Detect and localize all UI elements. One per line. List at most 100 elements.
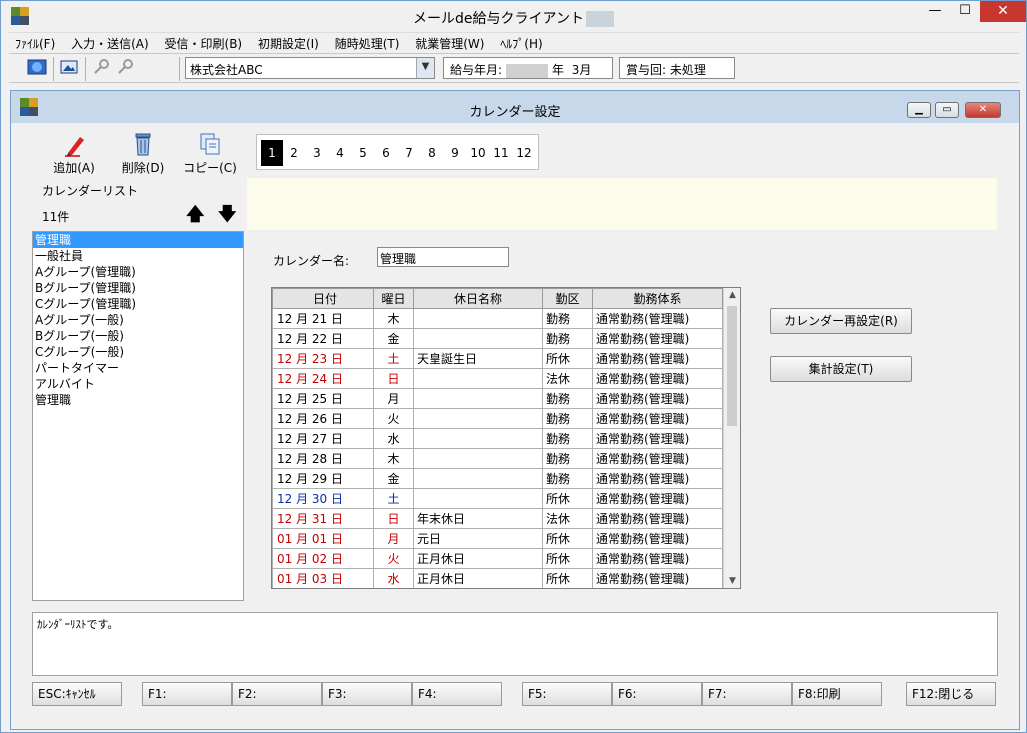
- dow-cell[interactable]: 土: [373, 348, 414, 369]
- tab-month-11[interactable]: 11: [490, 140, 512, 166]
- tab-month-3[interactable]: 3: [306, 140, 328, 166]
- list-item[interactable]: アルバイト: [33, 376, 243, 392]
- tab-month-5[interactable]: 5: [352, 140, 374, 166]
- menu-file[interactable]: ﾌｧｲﾙ(F): [9, 33, 61, 54]
- tab-month-1[interactable]: 1: [261, 140, 283, 166]
- dow-cell[interactable]: 月: [373, 388, 414, 409]
- tab-month-4[interactable]: 4: [329, 140, 351, 166]
- holiday-cell[interactable]: [413, 448, 543, 469]
- arrow-down-icon[interactable]: 🡇: [218, 202, 237, 232]
- holiday-cell[interactable]: [413, 488, 543, 509]
- work-system-cell[interactable]: 通常勤務(管理職): [592, 488, 723, 509]
- date-cell[interactable]: 12 月 30 日: [272, 488, 374, 509]
- key-icon-2[interactable]: [115, 58, 137, 78]
- date-cell[interactable]: 12 月 29 日: [272, 468, 374, 489]
- holiday-cell[interactable]: [413, 428, 543, 449]
- menu-help[interactable]: ﾍﾙﾌﾟ(H): [494, 33, 548, 54]
- dow-cell[interactable]: 火: [373, 408, 414, 429]
- kinku-cell[interactable]: 所休: [542, 548, 593, 569]
- list-item[interactable]: Cグループ(管理職): [33, 296, 243, 312]
- tab-month-8[interactable]: 8: [421, 140, 443, 166]
- table-row[interactable]: 12 月 26 日火 勤務 通常勤務(管理職): [272, 408, 723, 429]
- kinku-cell[interactable]: 勤務: [542, 408, 593, 429]
- date-cell[interactable]: 01 月 01 日: [272, 528, 374, 549]
- table-row[interactable]: 12 月 23 日土天皇誕生日 所休 通常勤務(管理職): [272, 348, 723, 369]
- chevron-down-icon[interactable]: ▼: [416, 58, 434, 78]
- tab-month-12[interactable]: 12: [513, 140, 535, 166]
- date-cell[interactable]: 12 月 22 日: [272, 328, 374, 349]
- table-row[interactable]: 12 月 22 日金 勤務 通常勤務(管理職): [272, 328, 723, 349]
- arrow-up-icon[interactable]: 🡅: [186, 202, 205, 232]
- tab-month-7[interactable]: 7: [398, 140, 420, 166]
- dow-cell[interactable]: 日: [373, 368, 414, 389]
- table-row[interactable]: 12 月 27 日水 勤務 通常勤務(管理職): [272, 428, 723, 449]
- kinku-cell[interactable]: 勤務: [542, 448, 593, 469]
- kinku-cell[interactable]: 法休: [542, 508, 593, 529]
- f3-button[interactable]: F3:: [322, 682, 412, 706]
- table-row[interactable]: 12 月 31 日日年末休日 法休 通常勤務(管理職): [272, 508, 723, 529]
- f7-button[interactable]: F7:: [702, 682, 792, 706]
- f4-button[interactable]: F4:: [412, 682, 502, 706]
- f12-close-button[interactable]: F12:閉じる: [906, 682, 996, 706]
- dow-cell[interactable]: 金: [373, 468, 414, 489]
- table-row[interactable]: 12 月 25 日月 勤務 通常勤務(管理職): [272, 388, 723, 409]
- f1-button[interactable]: F1:: [142, 682, 232, 706]
- work-system-cell[interactable]: 通常勤務(管理職): [592, 388, 723, 409]
- kinku-cell[interactable]: 所休: [542, 348, 593, 369]
- calendar-listbox[interactable]: 管理職 一般社員 Aグループ(管理職) Bグループ(管理職) Cグループ(管理職…: [32, 231, 244, 601]
- list-item[interactable]: 管理職: [33, 232, 243, 248]
- holiday-cell[interactable]: [413, 328, 543, 349]
- date-cell[interactable]: 12 月 27 日: [272, 428, 374, 449]
- f5-button[interactable]: F5:: [522, 682, 612, 706]
- scroll-down-icon[interactable]: ▼: [724, 576, 740, 586]
- holiday-cell[interactable]: 年末休日: [413, 508, 543, 529]
- holiday-cell[interactable]: [413, 408, 543, 429]
- minimize-button[interactable]: —: [920, 1, 950, 22]
- date-cell[interactable]: 12 月 24 日: [272, 368, 374, 389]
- f2-button[interactable]: F2:: [232, 682, 322, 706]
- work-system-cell[interactable]: 通常勤務(管理職): [592, 468, 723, 489]
- list-item[interactable]: Aグループ(一般): [33, 312, 243, 328]
- holiday-cell[interactable]: [413, 368, 543, 389]
- holiday-cell[interactable]: 元日: [413, 528, 543, 549]
- work-system-cell[interactable]: 通常勤務(管理職): [592, 328, 723, 349]
- dialog-minimize-button[interactable]: ▁: [907, 102, 931, 118]
- work-system-cell[interactable]: 通常勤務(管理職): [592, 308, 723, 329]
- tab-month-9[interactable]: 9: [444, 140, 466, 166]
- date-cell[interactable]: 01 月 02 日: [272, 548, 374, 569]
- holiday-cell[interactable]: [413, 468, 543, 489]
- work-system-cell[interactable]: 通常勤務(管理職): [592, 568, 723, 588]
- date-cell[interactable]: 12 月 21 日: [272, 308, 374, 329]
- list-item[interactable]: 一般社員: [33, 248, 243, 264]
- calendar-reset-button[interactable]: カレンダー再設定(R): [770, 308, 912, 334]
- delete-button[interactable]: 削除(D): [108, 131, 178, 176]
- menu-attendance[interactable]: 就業管理(W): [409, 33, 490, 54]
- dialog-maximize-button[interactable]: ▭: [935, 102, 959, 118]
- menu-adhoc[interactable]: 随時処理(T): [329, 33, 406, 54]
- dow-cell[interactable]: 水: [373, 568, 414, 588]
- key-icon[interactable]: [91, 58, 113, 78]
- kinku-cell[interactable]: 勤務: [542, 328, 593, 349]
- menu-receive-print[interactable]: 受信・印刷(B): [159, 33, 249, 54]
- tab-month-2[interactable]: 2: [283, 140, 305, 166]
- table-row[interactable]: 01 月 01 日月元日 所休 通常勤務(管理職): [272, 528, 723, 549]
- date-cell[interactable]: 12 月 25 日: [272, 388, 374, 409]
- company-select[interactable]: 株式会社ABC ▼: [185, 57, 435, 79]
- work-system-cell[interactable]: 通常勤務(管理職): [592, 548, 723, 569]
- holiday-cell[interactable]: 正月休日: [413, 548, 543, 569]
- menu-initial-settings[interactable]: 初期設定(I): [252, 33, 325, 54]
- dow-cell[interactable]: 火: [373, 548, 414, 569]
- list-item[interactable]: Bグループ(一般): [33, 328, 243, 344]
- date-cell[interactable]: 01 月 03 日: [272, 568, 374, 588]
- kinku-cell[interactable]: 所休: [542, 528, 593, 549]
- list-item[interactable]: パートタイマー: [33, 360, 243, 376]
- f6-button[interactable]: F6:: [612, 682, 702, 706]
- table-row[interactable]: 12 月 21 日木 勤務 通常勤務(管理職): [272, 308, 723, 329]
- date-cell[interactable]: 12 月 26 日: [272, 408, 374, 429]
- dow-cell[interactable]: 土: [373, 488, 414, 509]
- dow-cell[interactable]: 日: [373, 508, 414, 529]
- tab-month-10[interactable]: 10: [467, 140, 489, 166]
- grid-scrollbar[interactable]: ▲ ▼: [723, 288, 740, 588]
- list-item[interactable]: 管理職: [33, 392, 243, 408]
- dialog-close-button[interactable]: ✕: [965, 102, 1001, 118]
